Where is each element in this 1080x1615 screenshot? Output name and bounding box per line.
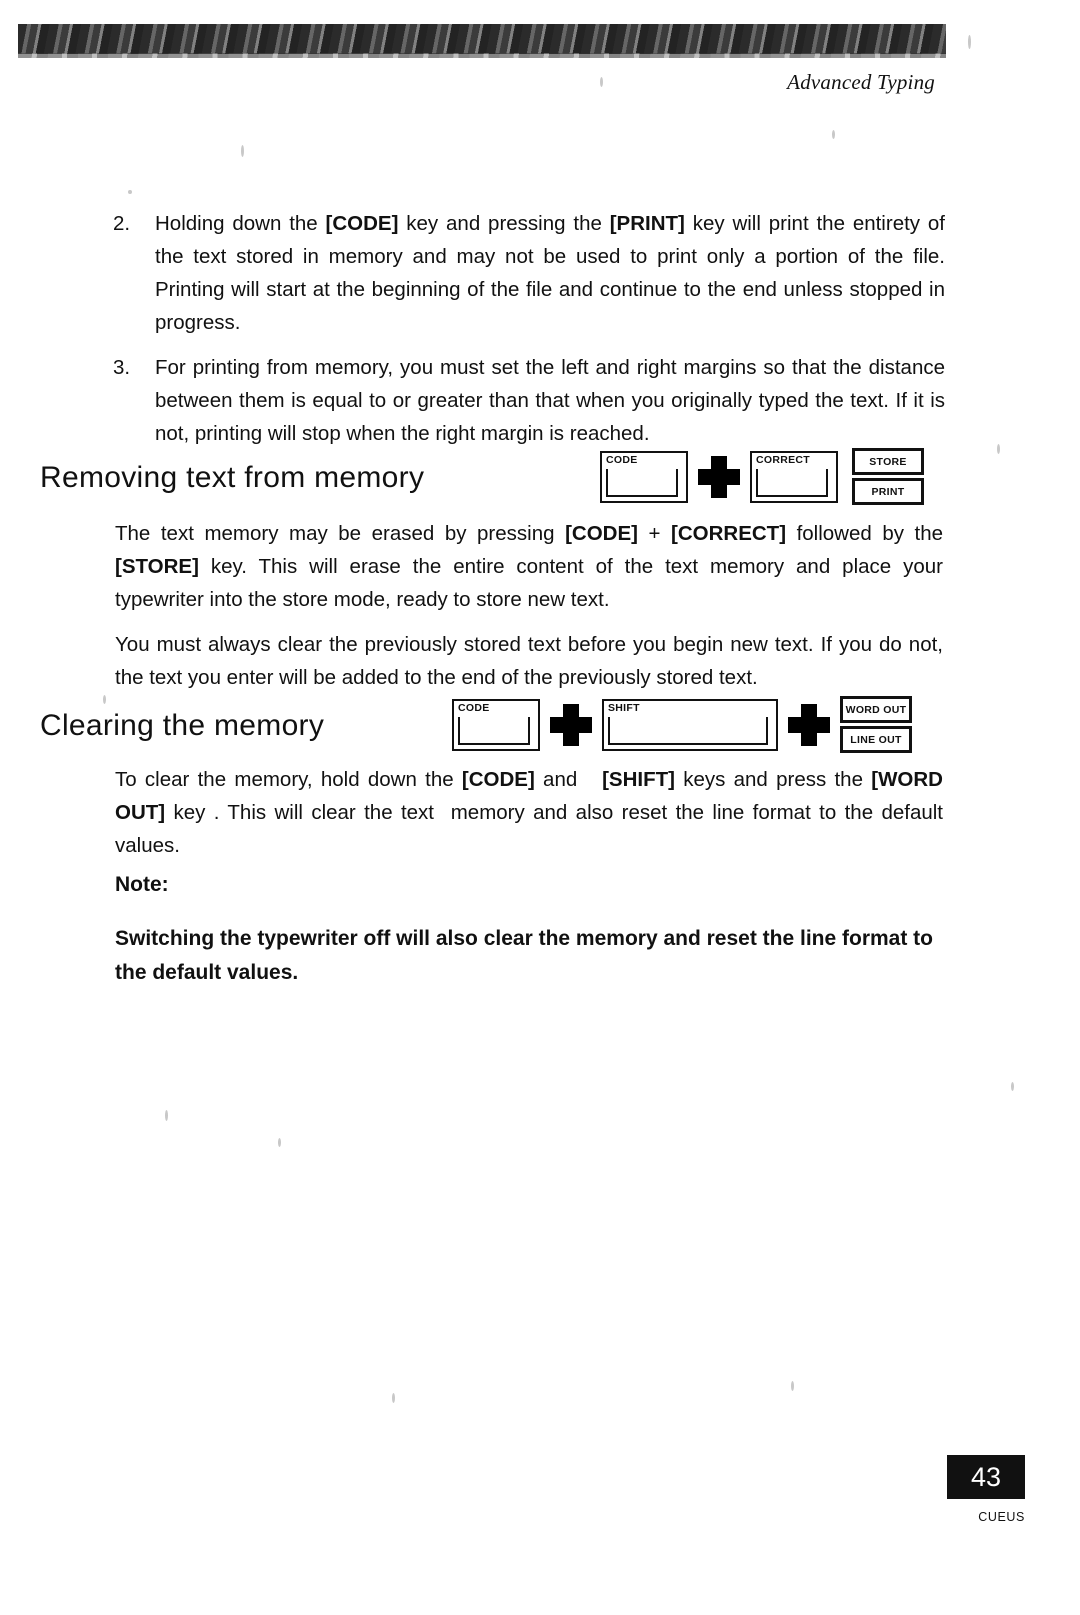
- scan-speck: [600, 77, 603, 87]
- scan-speck: [165, 1110, 168, 1121]
- key-line-out: LINE OUT: [840, 726, 912, 753]
- footer-code: CUEUS: [978, 1510, 1025, 1524]
- key-cap-edge: [458, 716, 530, 745]
- scan-speck: [392, 1393, 395, 1403]
- key-code: CODE: [600, 450, 688, 503]
- plus-operator-icon: [788, 703, 830, 746]
- scan-speck: [968, 35, 971, 49]
- scan-speck: [791, 1381, 794, 1391]
- scan-speck: [1011, 1082, 1014, 1091]
- list-item-number: 3.: [113, 356, 131, 379]
- key-shift-label: SHIFT: [608, 701, 640, 714]
- key-wordout-lineout-stack: WORD OUT LINE OUT: [840, 696, 912, 753]
- paragraph-remove-1: The text memory may be erased by pressin…: [115, 522, 944, 611]
- key-code-label: CODE: [606, 453, 638, 466]
- plus-operator-icon: [550, 703, 592, 746]
- key-line-out-label: LINE OUT: [842, 728, 910, 751]
- paragraph-clear-1: To clear the memory, hold down the [CODE…: [115, 768, 943, 857]
- page-number-badge: 43: [947, 1455, 1025, 1499]
- paragraph-remove-2: You must always clear the previously sto…: [115, 633, 943, 689]
- list-item-text: Holding down the [CODE] key and pressing…: [155, 212, 945, 334]
- key-word-out: WORD OUT: [840, 696, 912, 723]
- key-combination-diagram-remove: CODE CORRECT STORE PRINT: [600, 448, 924, 505]
- key-cap-edge: [608, 716, 768, 745]
- key-combination-diagram-clear: CODE SHIFT WORD OUT LINE OUT: [452, 696, 912, 753]
- scan-speck: [128, 190, 132, 194]
- key-code: CODE: [452, 698, 540, 751]
- key-cap-edge: [606, 468, 678, 497]
- key-store-print-stack: STORE PRINT: [852, 448, 924, 505]
- scan-speck: [997, 444, 1000, 454]
- section-heading-removing-text: Removing text from memory: [40, 461, 425, 494]
- key-print: PRINT: [852, 478, 924, 505]
- list-item: 3. For printing from memory, you must se…: [113, 351, 945, 450]
- key-print-label: PRINT: [854, 480, 922, 503]
- key-store-label: STORE: [854, 450, 922, 473]
- key-code-label: CODE: [458, 701, 490, 714]
- scan-speck: [832, 130, 835, 139]
- list-item-number: 2.: [113, 212, 131, 235]
- running-header-title: Advanced Typing: [787, 70, 935, 94]
- list-item: 2. Holding down the [CODE] key and press…: [113, 207, 945, 339]
- document-page: Advanced Typing 2. Holding down the [COD…: [0, 0, 1080, 1615]
- key-store: STORE: [852, 448, 924, 475]
- scan-artifact-band: [18, 24, 946, 58]
- plus-operator-icon: [698, 455, 740, 498]
- key-correct: CORRECT: [750, 450, 838, 503]
- section-heading-clearing-memory: Clearing the memory: [40, 709, 325, 742]
- key-correct-label: CORRECT: [756, 453, 811, 466]
- list-item-text: For printing from memory, you must set t…: [155, 356, 945, 445]
- key-word-out-label: WORD OUT: [842, 698, 910, 721]
- key-shift: SHIFT: [602, 698, 778, 751]
- scan-speck: [278, 1138, 281, 1147]
- scan-speck: [103, 695, 106, 704]
- key-cap-edge: [756, 468, 828, 497]
- note-text: Switching the typewriter off will also c…: [115, 927, 934, 984]
- note-label: Note:: [115, 873, 169, 896]
- scan-speck: [241, 145, 244, 157]
